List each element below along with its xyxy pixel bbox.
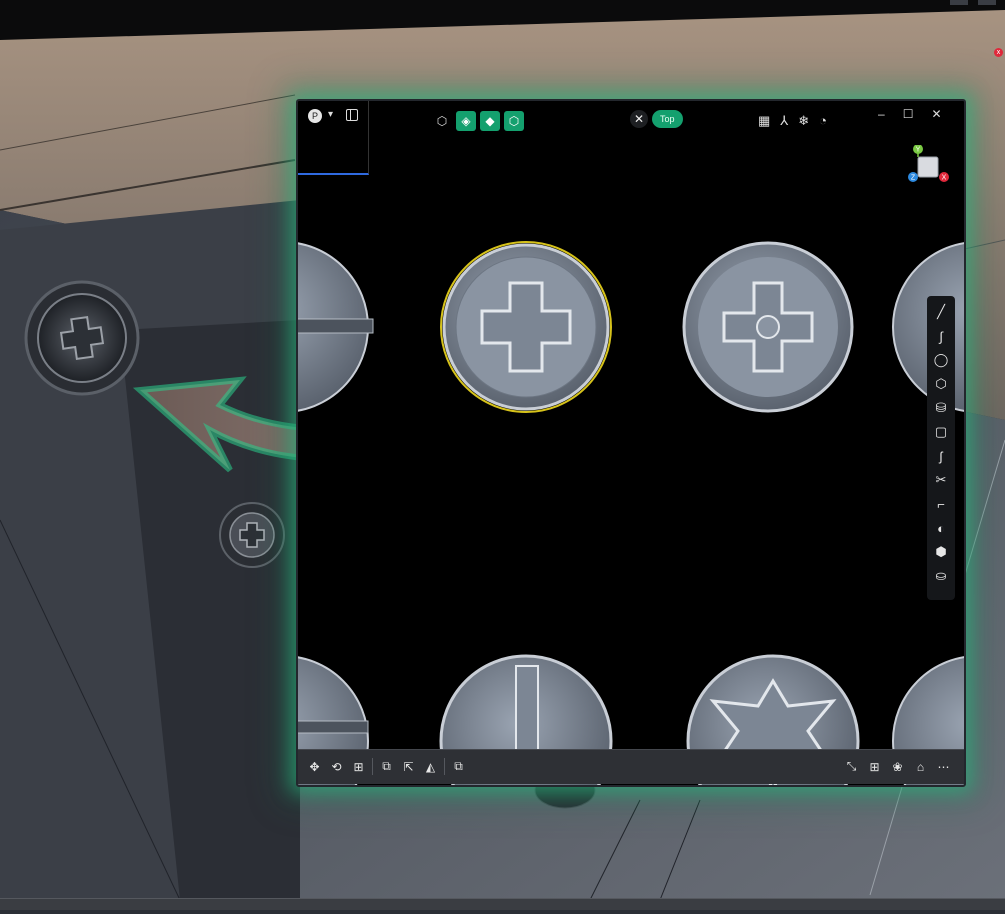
close-icon[interactable]: ✕ [931, 107, 941, 121]
fillet-tool-icon[interactable]: ⌐ [929, 492, 953, 516]
viewport-popup-window[interactable]: P ▾ ⬡ ◈ ◆ ⬡ ✕ Top ▦ ⅄ ❄ ◔ – ☐ ✕ Y X Z ╱ … [296, 99, 966, 787]
status-strip [0, 898, 1005, 910]
view-tag: ✕ Top [630, 110, 683, 128]
wireframe-cube-icon[interactable]: ⬡ [432, 111, 452, 131]
axis-icon[interactable]: ⅄ [780, 113, 788, 129]
measure-icon[interactable]: ⤡ [843, 758, 860, 775]
view-mode-toolbar: ⬡ ◈ ◆ ⬡ [432, 111, 524, 131]
extrude-tool-icon[interactable]: ⛀ [929, 564, 953, 588]
rotate-icon[interactable]: ⟲ [328, 758, 345, 775]
viewport-canvas[interactable] [298, 101, 964, 785]
panel-toggle-icon[interactable] [346, 109, 358, 121]
group-icon[interactable]: ❀ [889, 758, 906, 775]
screw-phillips-center-dot [682, 241, 854, 413]
shell-tool-icon[interactable]: ◐ [929, 516, 953, 540]
maximize-icon[interactable]: ☐ [903, 107, 914, 121]
snowflake-icon[interactable]: ❄ [798, 113, 809, 129]
svg-text:Y: Y [916, 147, 921, 154]
svg-text:X: X [942, 175, 947, 182]
rectangle-tool-icon[interactable]: ▢ [929, 420, 953, 444]
solid-tool-icon[interactable]: ⬢ [929, 540, 953, 564]
sketch-toolbar: ╱ ∫ ◯ ⬡ ⛁ ▢ ʃ ✂ ⌐ ◐ ⬢ ⛀ [927, 296, 955, 600]
more-icon[interactable]: ⋯ [935, 758, 952, 775]
boolean-icon[interactable]: ⧉ [378, 758, 395, 775]
project-menu[interactable]: P ▾ [298, 101, 369, 175]
svg-text:Z: Z [911, 175, 916, 182]
shading-icon[interactable]: ◔ [819, 113, 827, 129]
arrange-icon[interactable]: ⊞ [866, 758, 883, 775]
chevron-down-icon[interactable]: ▾ [328, 109, 333, 120]
scale-icon[interactable]: ⊞ [350, 758, 367, 775]
view-front-cube-icon[interactable]: ◈ [456, 111, 476, 131]
view-name-pill[interactable]: Top [652, 110, 683, 128]
background-screw-small [219, 502, 285, 568]
orientation-gizmo[interactable]: Y X Z [908, 145, 950, 187]
grid-icon[interactable]: ▦ [758, 113, 770, 129]
toolbar-divider [372, 758, 373, 775]
duplicate-icon[interactable]: ⧉ [450, 758, 467, 775]
spline-tool-icon[interactable]: ʃ [929, 444, 953, 468]
avatar[interactable]: P [308, 109, 322, 123]
material-icon[interactable]: ⌂ [912, 758, 929, 775]
cylinder-tool-icon[interactable]: ⛁ [929, 396, 953, 420]
screw-slotted-partial [298, 242, 374, 412]
window-controls: – ☐ ✕ [878, 107, 942, 121]
window-button[interactable] [950, 0, 968, 5]
curve-tool-icon[interactable]: ∫ [929, 324, 953, 348]
line-tool-icon[interactable]: ╱ [929, 300, 953, 324]
move-icon[interactable]: ✥ [306, 758, 323, 775]
view-outline-cube-icon[interactable]: ⬡ [504, 111, 524, 131]
mirror-icon[interactable]: ◭ [422, 758, 439, 775]
background-screw-large [24, 280, 140, 396]
minimize-icon[interactable]: – [878, 107, 885, 121]
display-toolbar: ▦ ⅄ ❄ ◔ [758, 113, 827, 129]
polygon-tool-icon[interactable]: ⬡ [929, 372, 953, 396]
align-icon[interactable]: ⇱ [400, 758, 417, 775]
toolbar-divider [444, 758, 445, 775]
trim-tool-icon[interactable]: ✂ [929, 468, 953, 492]
close-view-icon[interactable]: ✕ [630, 110, 648, 128]
scene-close-icon[interactable]: x [994, 48, 1003, 57]
transform-toolbar: ✥ ⟲ ⊞ ⧉ ⇱ ◭ ⧉ ⤡ ⊞ ❀ ⌂ ⋯ [298, 749, 964, 784]
screw-phillips-selected [440, 241, 612, 413]
window-button[interactable] [978, 0, 996, 5]
view-solid-cube-icon[interactable]: ◆ [480, 111, 500, 131]
circle-tool-icon[interactable]: ◯ [929, 348, 953, 372]
